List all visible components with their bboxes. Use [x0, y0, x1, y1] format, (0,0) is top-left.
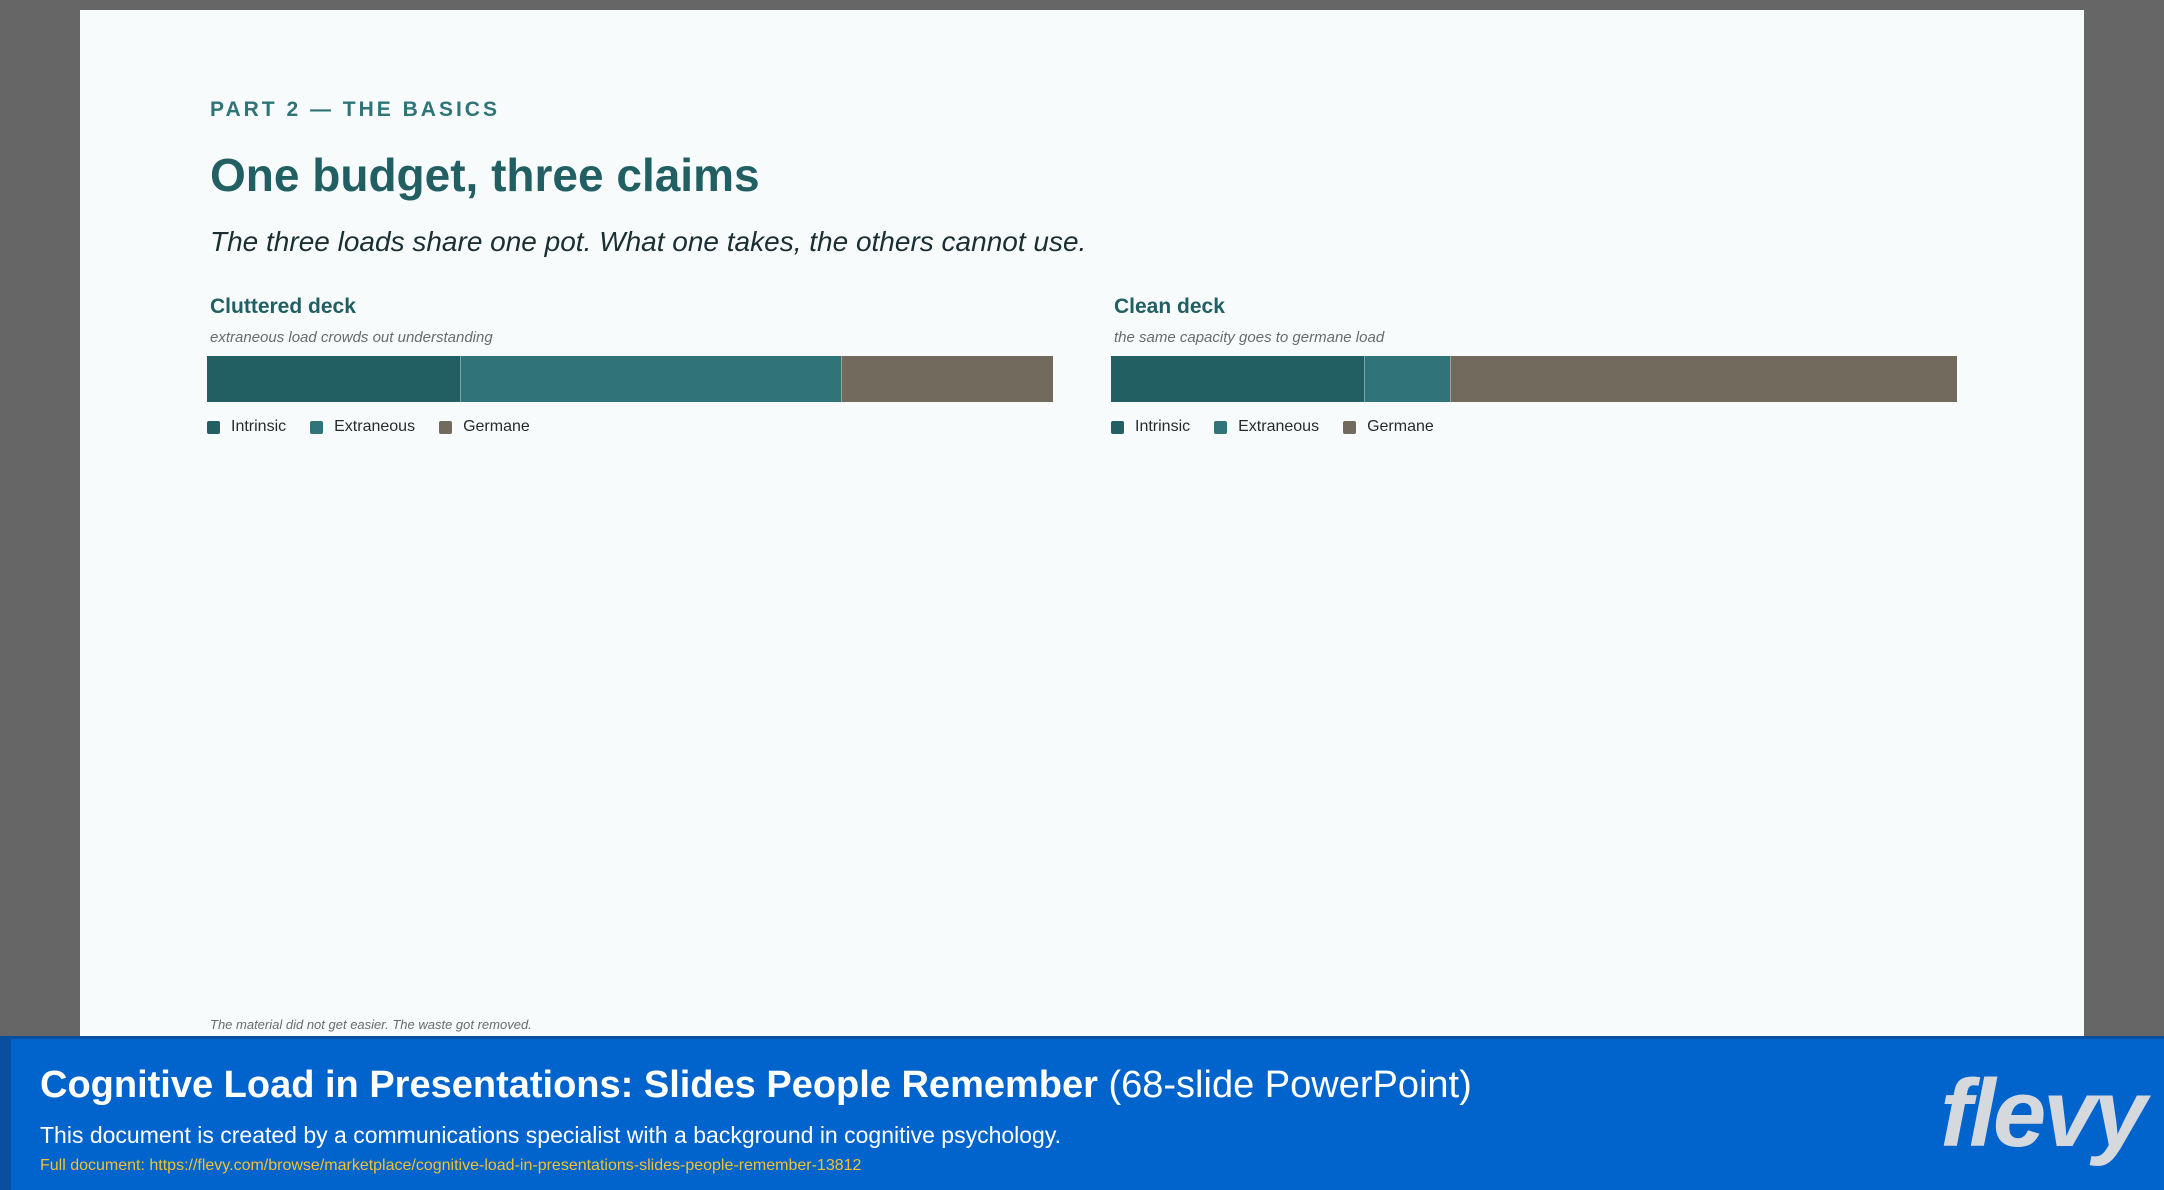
legend-label: Intrinsic — [1135, 418, 1191, 435]
document-title-main: Cognitive Load in Presentations: Slides … — [40, 1064, 1098, 1106]
banner-top-border — [0, 1036, 2164, 1039]
legend-item-intrinsic: Intrinsic — [207, 418, 286, 436]
bar-segment-germane — [841, 356, 1053, 402]
flevy-logo: flevy — [1940, 1060, 2147, 1167]
bar-segment-intrinsic — [207, 356, 461, 402]
slide-footnote: The material did not get easier. The was… — [210, 1017, 532, 1032]
chart-legend: Intrinsic Extraneous Germane — [207, 418, 1053, 436]
slide-title: One budget, three claims — [210, 149, 760, 201]
legend-item-extraneous: Extraneous — [1214, 418, 1319, 436]
legend-item-germane: Germane — [1343, 418, 1434, 436]
bar-segment-extraneous — [1364, 356, 1450, 402]
legend-label: Extraneous — [334, 418, 416, 435]
legend-label: Germane — [1367, 418, 1434, 435]
chart-cluttered-deck: Cluttered deck extraneous load crowds ou… — [207, 295, 1053, 436]
chart-title: Clean deck — [1114, 295, 1225, 318]
chart-subtitle: the same capacity goes to germane load — [1114, 329, 1385, 346]
bar-segment-intrinsic — [1111, 356, 1365, 402]
section-kicker: PART 2 — THE BASICS — [210, 98, 500, 121]
bar-segment-extraneous — [460, 356, 841, 402]
legend-item-intrinsic: Intrinsic — [1111, 418, 1190, 436]
legend-label: Germane — [463, 418, 530, 435]
document-description: This document is created by a communicat… — [40, 1122, 1062, 1148]
document-title: Cognitive Load in Presentations: Slides … — [40, 1064, 1472, 1107]
chart-title: Cluttered deck — [210, 295, 356, 318]
legend-label: Intrinsic — [231, 418, 287, 435]
legend-item-germane: Germane — [439, 418, 530, 436]
legend-swatch — [1111, 420, 1124, 434]
slide-subtitle: The three loads share one pot. What one … — [210, 226, 1087, 257]
bar-segment-germane — [1449, 356, 1957, 402]
document-title-suffix: (68-slide PowerPoint) — [1097, 1064, 1472, 1106]
legend-swatch — [310, 420, 324, 434]
legend-item-extraneous: Extraneous — [310, 418, 415, 436]
stacked-bar — [207, 356, 1053, 402]
chart-legend: Intrinsic Extraneous Germane — [1111, 418, 1957, 436]
banner-stripe — [0, 1036, 11, 1190]
chart-subtitle: extraneous load crowds out understanding — [210, 329, 493, 346]
legend-swatch — [207, 420, 220, 434]
legend-swatch — [1343, 420, 1357, 434]
chart-clean-deck: Clean deck the same capacity goes to ger… — [1111, 295, 1957, 436]
legend-swatch — [1214, 420, 1228, 434]
document-banner: Cognitive Load in Presentations: Slides … — [0, 1036, 2164, 1190]
stacked-bar — [1111, 356, 1957, 402]
legend-label: Extraneous — [1238, 418, 1320, 435]
slide: PART 2 — THE BASICS One budget, three cl… — [80, 10, 2084, 1036]
full-document-link[interactable]: Full document: https://flevy.com/browse/… — [40, 1157, 861, 1175]
legend-swatch — [439, 420, 453, 434]
